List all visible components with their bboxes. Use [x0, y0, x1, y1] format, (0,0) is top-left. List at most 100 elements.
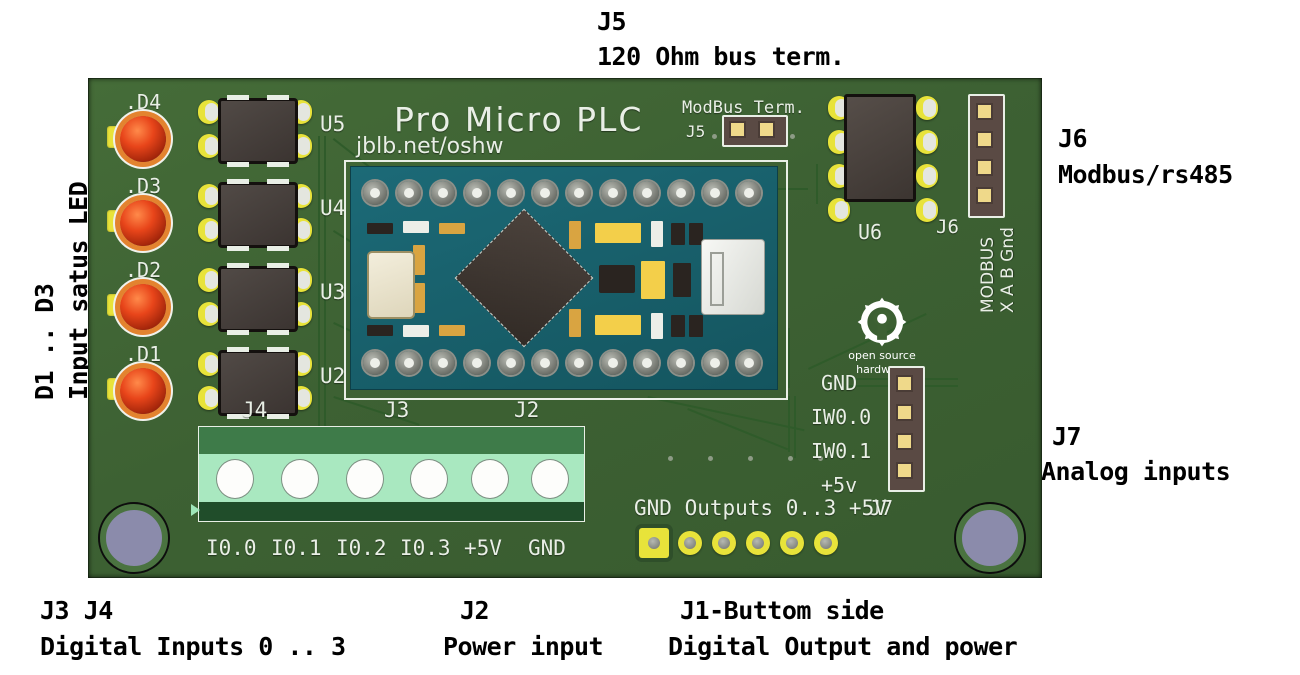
- promicro-pin-top-11: [703, 181, 727, 205]
- j7-analog-header[interactable]: [888, 366, 925, 492]
- smd-tantalum-cap: [641, 261, 665, 299]
- j7-pin-2[interactable]: [898, 406, 911, 419]
- j1-pad-1[interactable]: [639, 528, 669, 558]
- annotation-j1-title: J1-Buttom side: [680, 596, 884, 625]
- ref-j2: J2: [514, 398, 540, 422]
- j1-pad-3[interactable]: [712, 531, 736, 555]
- promicro-pin-top-2: [397, 181, 421, 205]
- j2-terminal-block[interactable]: [191, 426, 585, 531]
- annotation-j6-title: J6: [1058, 124, 1088, 153]
- u3-pad-2: [198, 302, 220, 326]
- smd-led: [595, 315, 641, 335]
- promicro-pin-bot-2: [397, 351, 421, 375]
- led-d1: [120, 368, 166, 414]
- oshw-logo: open source hardware: [842, 296, 922, 376]
- j1-pad-4[interactable]: [746, 531, 770, 555]
- optocoupler-u4: [218, 179, 298, 251]
- j1-pad-6[interactable]: [814, 531, 838, 555]
- ref-u4: U4: [320, 196, 346, 220]
- led-label-d2: .D2: [125, 258, 162, 282]
- modbus-silk-line2: X A B Gnd: [998, 227, 1018, 313]
- rs485-transceiver-u6: [844, 94, 916, 202]
- j6-pin-1[interactable]: [978, 105, 991, 118]
- u2-pad-1: [198, 352, 220, 376]
- u3-pad-1: [198, 268, 220, 292]
- trace: [816, 164, 818, 204]
- via: [712, 134, 717, 139]
- smd-capacitor: [651, 221, 663, 247]
- smd-led: [595, 223, 641, 243]
- terminal-label-i01: I0.1: [271, 536, 322, 560]
- terminal-screw-4[interactable]: [410, 459, 448, 499]
- j7-pin-4[interactable]: [898, 464, 911, 477]
- terminal-screw-3[interactable]: [346, 459, 384, 499]
- modbus-silk-line1: MODBUS: [978, 236, 998, 313]
- annotation-j1-desc: Digital Output and power: [668, 632, 1018, 661]
- j7-pin-3[interactable]: [898, 435, 911, 448]
- j1-pad-row-label: GND Outputs 0..3 +5V: [634, 496, 887, 520]
- smd-capacitor: [651, 313, 663, 339]
- smd-resistor: [671, 315, 685, 337]
- u6-pad-8: [916, 198, 938, 222]
- via: [788, 456, 793, 461]
- j6-pin-2[interactable]: [978, 133, 991, 146]
- crystal: [367, 251, 415, 319]
- mounting-hole-bottom-right: [956, 504, 1024, 572]
- j5-pin-2[interactable]: [760, 123, 773, 136]
- trace: [788, 328, 790, 388]
- usb-micro-connector[interactable]: [701, 239, 765, 315]
- annotation-led-line1: D1 .. D3: [30, 283, 59, 400]
- smd-capacitor: [403, 221, 429, 233]
- j5-silk-label: J5: [686, 122, 706, 141]
- terminal-label-i03: I0.3: [400, 536, 451, 560]
- j6-modbus-header[interactable]: [968, 94, 1005, 218]
- board-url: jblb.net/oshw: [356, 134, 504, 159]
- terminal-screw-2[interactable]: [281, 459, 319, 499]
- smd-resistor: [569, 309, 581, 337]
- ref-j3: J3: [384, 398, 410, 422]
- promicro-pin-top-8: [601, 181, 625, 205]
- ref-u2: U2: [320, 364, 346, 388]
- terminal-screw-6[interactable]: [531, 459, 569, 499]
- j5-pin-1[interactable]: [731, 123, 744, 136]
- u6-pad-7: [916, 164, 938, 188]
- via: [668, 456, 673, 461]
- j6-pin-3[interactable]: [978, 161, 991, 174]
- j6-pin-4[interactable]: [978, 189, 991, 202]
- promicro-pin-bot-5: [499, 351, 523, 375]
- promicro-pin-bot-9: [635, 351, 659, 375]
- ref-u6: U6: [858, 220, 883, 244]
- smd-resistor: [367, 325, 393, 336]
- u6-pad-6: [916, 130, 938, 154]
- terminal-label-i02: I0.2: [336, 536, 387, 560]
- led-label-d1: .D1: [125, 342, 162, 366]
- ref-j6: J6: [936, 216, 959, 238]
- trace: [647, 396, 805, 432]
- annotation-j7-title: J7: [1052, 422, 1082, 451]
- annotation-j3j4-desc: Digital Inputs 0 .. 3: [40, 632, 346, 661]
- smd-diode: [673, 263, 691, 297]
- promicro-pin-bot-11: [703, 351, 727, 375]
- u2-pad-2: [198, 386, 220, 410]
- u4-pad-1: [198, 184, 220, 208]
- j1-pad-5[interactable]: [780, 531, 804, 555]
- ref-u3: U3: [320, 280, 346, 304]
- promicro-pin-bot-4: [465, 351, 489, 375]
- gear-icon: [856, 296, 908, 348]
- promicro-pin-bot-10: [669, 351, 693, 375]
- optocoupler-u5: [218, 95, 298, 167]
- annotation-j2-title: J2: [460, 596, 490, 625]
- led-label-d3: .D3: [125, 174, 162, 198]
- j7-pin-1[interactable]: [898, 377, 911, 390]
- promicro-pin-top-1: [363, 181, 387, 205]
- promicro-module: [350, 166, 778, 390]
- terminal-screw-5[interactable]: [471, 459, 509, 499]
- promicro-pin-bot-7: [567, 351, 591, 375]
- annotation-j3j4-title: J3 J4: [40, 596, 113, 625]
- j5-jumper-header[interactable]: [722, 115, 788, 147]
- terminal-screw-1[interactable]: [216, 459, 254, 499]
- j1-pad-2[interactable]: [678, 531, 702, 555]
- via: [708, 456, 713, 461]
- voltage-regulator: [599, 265, 635, 293]
- u6-pad-5: [916, 96, 938, 120]
